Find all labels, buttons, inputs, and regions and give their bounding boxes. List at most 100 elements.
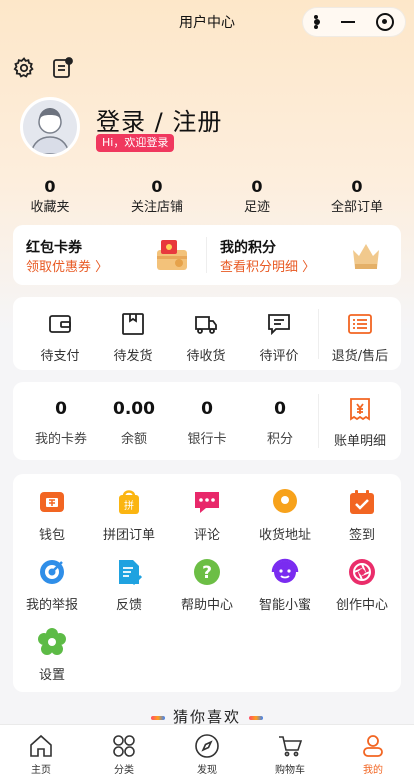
box-icon	[120, 311, 146, 337]
services-card: 钱包 拼 拼团订单 评论 收货地址 签到 我的举报 反馈 ? 帮助中心 智能小蜜…	[13, 474, 401, 692]
points-entry[interactable]: 我的积分 查看积分明细 〉	[207, 225, 401, 285]
bill-details[interactable]: 账单明细	[319, 396, 401, 449]
tab-label: 发现	[197, 765, 217, 776]
stat-favorites[interactable]: 0 收藏夹	[0, 177, 100, 218]
cart-icon	[277, 733, 303, 759]
return-list-icon	[347, 311, 373, 337]
close-target-button[interactable]	[376, 13, 395, 31]
smart-assistant-icon	[271, 558, 299, 586]
asset-value: 0.00	[113, 399, 155, 419]
stat-value: 0	[151, 177, 163, 196]
gear-icon[interactable]	[12, 56, 36, 80]
points-title: 我的积分	[220, 240, 276, 256]
service-label: 我的举报	[25, 598, 78, 613]
red-envelope-icon	[153, 236, 191, 274]
coupon-entry[interactable]: 红包卡券 领取优惠券 〉	[13, 225, 206, 285]
stat-label: 关注店铺	[130, 200, 183, 215]
order-pending-receipt[interactable]: 待收货	[171, 311, 241, 364]
tab-label: 主页	[31, 765, 51, 776]
service-settings[interactable]: 设置	[13, 628, 91, 683]
decorative-bar	[150, 715, 165, 720]
decorative-bar	[249, 715, 263, 720]
order-label: 待收货	[186, 349, 226, 364]
message-list-icon[interactable]	[50, 56, 74, 80]
order-label: 待发货	[113, 349, 153, 364]
service-address[interactable]: 收货地址	[246, 488, 324, 543]
flower-gear-icon	[38, 628, 66, 656]
asset-value: 0	[274, 399, 286, 419]
service-group-orders[interactable]: 拼 拼团订单	[90, 488, 168, 543]
stat-all-orders[interactable]: 0 全部订单	[307, 177, 407, 218]
svg-text:?: ?	[202, 563, 212, 583]
report-target-icon	[38, 558, 66, 586]
coupon-subtitle: 领取优惠券 〉	[26, 260, 109, 275]
stat-label: 全部订单	[330, 200, 383, 215]
asset-points[interactable]: 0 积分	[242, 398, 318, 447]
service-label: 签到	[348, 528, 375, 543]
order-pending-payment[interactable]: 待支付	[25, 311, 95, 364]
tab-category[interactable]: 分类	[83, 733, 165, 776]
asset-label: 余额	[120, 432, 147, 447]
avatar[interactable]	[20, 97, 80, 157]
service-smart-assistant[interactable]: 智能小蜜	[246, 558, 324, 613]
tab-discover[interactable]: 发现	[166, 733, 248, 776]
order-status-card: 待支付 待发货 待收货 待评价 退货/售后	[13, 297, 401, 370]
asset-balance[interactable]: 0.00 余额	[96, 398, 172, 447]
comment-icon	[266, 311, 292, 337]
minimize-button[interactable]	[340, 20, 355, 24]
service-label: 创作中心	[335, 598, 388, 613]
asset-label: 银行卡	[187, 432, 227, 447]
order-returns[interactable]: 退货/售后	[319, 311, 401, 364]
service-label: 反馈	[115, 598, 142, 613]
tab-label: 购物车	[275, 765, 305, 776]
asset-coupons[interactable]: 0 我的卡券	[23, 398, 99, 447]
asset-value: 0	[201, 399, 213, 419]
tab-cart[interactable]: 购物车	[249, 733, 331, 776]
top-bar: 用户中心	[0, 0, 414, 44]
tab-me[interactable]: 我的	[332, 733, 414, 776]
tab-label: 我的	[363, 765, 383, 776]
asset-label: 我的卡券	[34, 432, 87, 447]
user-icon	[360, 733, 386, 759]
service-label: 帮助中心	[180, 598, 233, 613]
bottom-tab-bar: 主页 分类 发现 购物车 我的	[0, 724, 414, 780]
stat-value: 0	[44, 177, 56, 196]
asset-value: 0	[55, 399, 67, 419]
help-question-icon: ?	[193, 558, 221, 586]
location-pin-icon	[271, 488, 299, 516]
wallet-icon	[47, 311, 73, 337]
service-feedback[interactable]: 反馈	[90, 558, 168, 613]
camera-aperture-icon	[348, 558, 376, 586]
promo-card: 红包卡券 领取优惠券 〉 我的积分 查看积分明细 〉	[13, 225, 401, 285]
service-wallet[interactable]: 钱包	[13, 488, 91, 543]
tab-home[interactable]: 主页	[0, 733, 82, 776]
service-checkin[interactable]: 签到	[323, 488, 401, 543]
service-label: 智能小蜜	[258, 598, 311, 613]
stat-value: 0	[251, 177, 263, 196]
asset-label: 积分	[266, 432, 293, 447]
stat-footprint[interactable]: 0 足迹	[207, 177, 307, 218]
comment-icon	[193, 488, 221, 516]
service-label: 设置	[38, 668, 65, 683]
order-pending-shipment[interactable]: 待发货	[98, 311, 168, 364]
service-reports[interactable]: 我的举报	[13, 558, 91, 613]
calendar-check-icon	[348, 488, 376, 516]
more-options-button[interactable]	[313, 15, 320, 29]
order-pending-review[interactable]: 待评价	[244, 311, 314, 364]
header-actions	[12, 56, 74, 80]
svg-text:拼: 拼	[124, 499, 134, 512]
login-register-link[interactable]: 登录 / 注册	[96, 102, 222, 137]
service-label: 评论	[193, 528, 220, 543]
stat-label: 收藏夹	[30, 200, 70, 215]
service-creator-center[interactable]: 创作中心	[323, 558, 401, 613]
order-label: 退货/售后	[331, 349, 389, 364]
crown-icon	[347, 236, 385, 274]
service-label: 拼团订单	[102, 528, 155, 543]
stat-followed-shops[interactable]: 0 关注店铺	[107, 177, 207, 218]
service-help-center[interactable]: ? 帮助中心	[168, 558, 246, 613]
asset-bank-card[interactable]: 0 银行卡	[169, 398, 245, 447]
service-comments[interactable]: 评论	[168, 488, 246, 543]
compass-icon	[194, 733, 220, 759]
welcome-badge: Hi，欢迎登录	[96, 134, 175, 152]
tab-label: 分类	[114, 765, 134, 776]
